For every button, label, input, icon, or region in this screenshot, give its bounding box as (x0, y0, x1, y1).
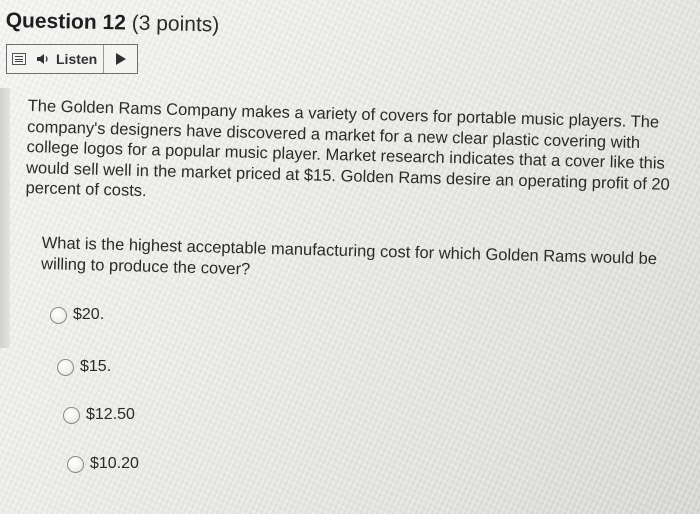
question-paragraph: The Golden Rams Company makes a variety … (25, 96, 671, 201)
answer-option-2[interactable]: $15. (57, 358, 111, 376)
question-number: Question 12 (5, 8, 127, 35)
option-label: $10.20 (90, 455, 139, 472)
question-title: Question 12 (3 points) (5, 8, 219, 38)
answer-option-4[interactable]: $10.20 (67, 455, 139, 473)
option-label: $15. (80, 358, 112, 375)
answer-option-1[interactable]: $20. (50, 306, 104, 324)
listen-button[interactable]: Listen (36, 45, 105, 73)
speaker-icon (37, 54, 48, 64)
answer-option-3[interactable]: $12.50 (63, 406, 135, 424)
question-points: (3 points) (131, 11, 220, 37)
question-prompt: What is the highest acceptable manufactu… (40, 233, 658, 278)
play-icon[interactable] (116, 53, 127, 65)
option-label: $12.50 (86, 406, 135, 423)
option-label: $20. (73, 306, 105, 323)
listen-label: Listen (56, 51, 98, 67)
read-aloud-toolbar: Listen (6, 44, 138, 74)
radio-button[interactable] (50, 306, 67, 324)
left-margin-bar (0, 88, 10, 348)
radio-button[interactable] (67, 455, 84, 473)
menu-icon[interactable] (12, 53, 26, 65)
radio-button[interactable] (57, 358, 74, 376)
radio-button[interactable] (63, 406, 80, 424)
